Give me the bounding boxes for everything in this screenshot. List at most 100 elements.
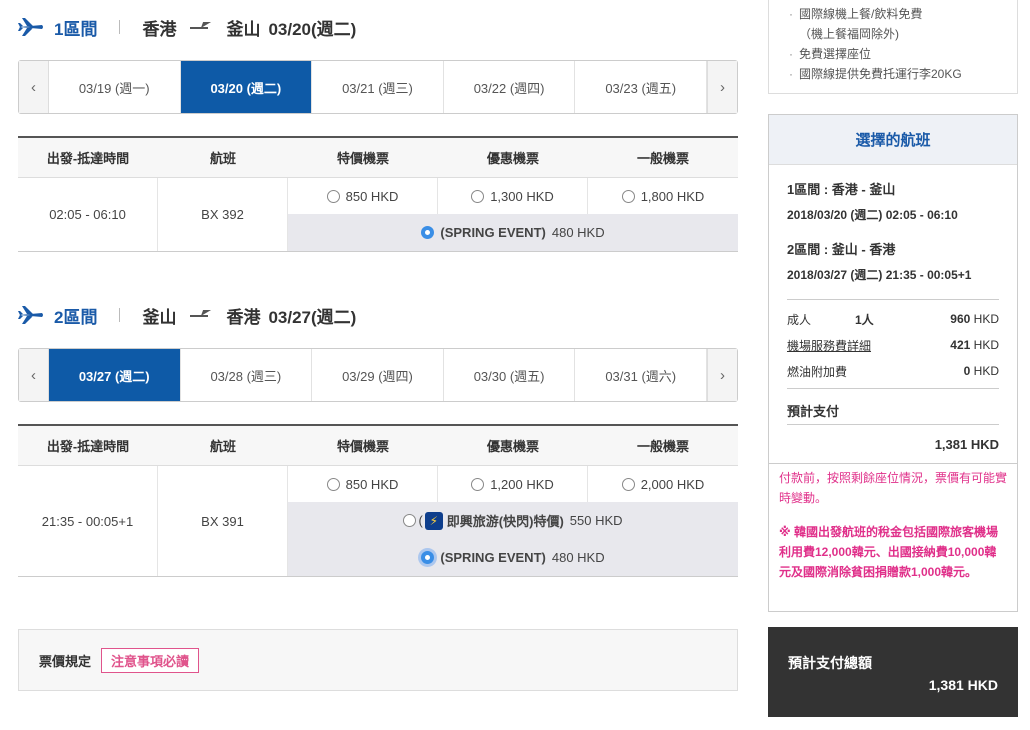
- segment2-date-selector: ‹ 03/27 (週二) 03/28 (週三) 03/29 (週四) 03/30…: [18, 348, 738, 402]
- benefit-item: 國際線提供免費托運行李20KG: [789, 64, 1017, 84]
- segment1-date-tab[interactable]: 03/21 (週三): [312, 61, 444, 113]
- next-dates-button[interactable]: ›: [707, 61, 737, 113]
- header-time: 出發-抵達時間: [46, 439, 130, 454]
- segment2-date-tab-active[interactable]: 03/27 (週二): [48, 349, 181, 401]
- arrow-right-icon: [190, 21, 212, 33]
- divider: [119, 20, 121, 34]
- segment2-date-tab[interactable]: 03/31 (週六): [575, 349, 708, 401]
- flash-fare-option[interactable]: ( ⚡ 即興旅游(快閃)特價) 550 HKD: [288, 502, 738, 539]
- selected-segment2: 2區間 : 釜山 - 香港 2018/03/27 (週二) 21:35 - 00…: [769, 239, 1017, 283]
- notice-button[interactable]: 注意事項必讀: [101, 647, 200, 673]
- benefit-item: 免費選擇座位: [789, 44, 1017, 64]
- table-row: 21:35 - 00:05+1 BX 391 850 HKD 1,200 HKD…: [18, 466, 738, 577]
- segment1-flight-table: 出發-抵達時間 航班 特價機票 優惠機票 一般機票 02:05 - 06:10 …: [18, 136, 738, 252]
- total-panel: 預計支付總額 1,381 HKD: [768, 627, 1018, 717]
- selected-route: 1區間 : 香港 - 釜山: [787, 182, 896, 197]
- fare-discount-option[interactable]: 1,300 HKD: [438, 178, 588, 214]
- segment2-date-tab[interactable]: 03/28 (週三): [181, 349, 313, 401]
- benefit-item: 國際線機上餐/飲料免費: [789, 4, 1017, 24]
- benefits-list: 國際線機上餐/飲料免費 （機上餐福岡除外) 免費選擇座位 國際線提供免費托運行李…: [768, 0, 1018, 94]
- segment1-date-selector: ‹ 03/19 (週一) 03/20 (週二) 03/21 (週三) 03/22…: [18, 60, 738, 114]
- adult-qty: 1人: [855, 312, 874, 327]
- fare-options: 850 HKD 1,300 HKD 1,800 HKD (SPRING EVEN…: [288, 178, 738, 251]
- table-header: 出發-抵達時間 航班 特價機票 優惠機票 一般機票: [18, 426, 738, 466]
- radio-button[interactable]: [326, 189, 340, 203]
- prev-dates-button[interactable]: ‹: [19, 61, 49, 113]
- flight-time: 21:35 - 00:05+1: [18, 466, 158, 576]
- header-special: 特價機票: [336, 151, 389, 166]
- fare-special-option[interactable]: 850 HKD: [288, 466, 438, 502]
- segment1-label: 1區間: [54, 19, 98, 39]
- prev-dates-button[interactable]: ‹: [19, 349, 49, 401]
- promo-name: (SPRING EVENT): [440, 550, 546, 565]
- fare-rules-bar: 票價規定 注意事項必讀: [18, 629, 738, 691]
- segment1-date-tab-active[interactable]: 03/20 (週二): [180, 61, 313, 113]
- panel-title: 選擇的航班: [769, 115, 1017, 165]
- radio-button[interactable]: [471, 189, 485, 203]
- fuel-label: 燃油附加費: [787, 364, 848, 379]
- fare-price: 850 HKD: [345, 476, 399, 492]
- radio-button[interactable]: [471, 477, 485, 491]
- price-notice: 付款前，按照剩餘座位情況，票價有可能實時變動。 ※ 韓國出發航班的稅金包括國際旅…: [768, 464, 1018, 612]
- radio-button-selected[interactable]: [421, 551, 435, 564]
- segment2-label: 2區間: [54, 307, 98, 327]
- adult-price: 960 HKD: [950, 312, 999, 326]
- fare-price: 1,300 HKD: [490, 188, 554, 204]
- total-value: 1,381 HKD: [928, 677, 998, 693]
- airport-price: 421 HKD: [950, 338, 999, 352]
- flight-number: BX 391: [158, 466, 288, 576]
- segment1-date: 03/20(週二): [268, 19, 357, 39]
- table-header: 出發-抵達時間 航班 特價機票 優惠機票 一般機票: [18, 138, 738, 178]
- promo-fare-option[interactable]: (SPRING EVENT) 480 HKD: [288, 214, 738, 251]
- next-dates-button[interactable]: ›: [707, 349, 737, 401]
- segment2-header: 2區間 釜山 香港 03/27(週二): [18, 300, 356, 330]
- adult-label: 成人: [787, 312, 812, 327]
- segment2-flight-table: 出發-抵達時間 航班 特價機票 優惠機票 一般機票 21:35 - 00:05+…: [18, 424, 738, 577]
- airport-fee-link[interactable]: 機場服務費詳細: [787, 337, 871, 354]
- segment1-date-tab[interactable]: 03/22 (週四): [444, 61, 576, 113]
- radio-button[interactable]: [621, 477, 635, 491]
- segment1-from: 香港: [142, 19, 177, 39]
- airplane-icon: [18, 18, 43, 36]
- selected-route: 2區間 : 釜山 - 香港: [787, 242, 896, 257]
- segment1-date-tab[interactable]: 03/23 (週五): [575, 61, 708, 113]
- segment2-date-tab[interactable]: 03/30 (週五): [444, 349, 576, 401]
- benefit-item-note: （機上餐福岡除外): [799, 27, 899, 41]
- segment1-date-tab[interactable]: 03/19 (週一): [49, 61, 181, 113]
- notice-line1: 付款前，按照剩餘座位情況，票價有可能實時變動。: [779, 471, 1008, 505]
- airplane-icon: [18, 306, 43, 324]
- header-special: 特價機票: [336, 439, 389, 454]
- segment1-header: 1區間 香港 釜山 03/20(週二): [18, 12, 356, 42]
- fare-price: 850 HKD: [345, 188, 399, 204]
- radio-button[interactable]: [326, 477, 340, 491]
- fare-discount-option[interactable]: 1,200 HKD: [438, 466, 588, 502]
- header-discount: 優惠機票: [486, 151, 539, 166]
- flight-number: BX 392: [158, 178, 288, 251]
- segment2-to: 香港: [226, 307, 261, 327]
- radio-button[interactable]: [621, 189, 635, 203]
- segment2-route: 釜山 香港 03/27(週二): [142, 303, 356, 328]
- arrow-right-icon: [190, 309, 212, 321]
- price-row-fuel: 燃油附加費 0 HKD: [787, 358, 999, 384]
- segment2-date-tab[interactable]: 03/29 (週四): [312, 349, 444, 401]
- estimate-label: 預計支付: [787, 401, 999, 425]
- selected-datetime: 2018/03/27 (週二) 21:35 - 00:05+1: [787, 268, 972, 282]
- fare-normal-option[interactable]: 2,000 HKD: [588, 466, 738, 502]
- price-breakdown: 成人 1人 960 HKD 機場服務費詳細 421 HKD 燃油附加費 0 HK…: [787, 299, 999, 389]
- header-normal: 一般機票: [636, 439, 689, 454]
- header-discount: 優惠機票: [486, 439, 539, 454]
- segment2-from: 釜山: [142, 307, 177, 327]
- selected-datetime: 2018/03/20 (週二) 02:05 - 06:10: [787, 208, 958, 222]
- selected-segment1: 1區間 : 香港 - 釜山 2018/03/20 (週二) 02:05 - 06…: [769, 179, 1017, 223]
- fare-price: 1,200 HKD: [490, 476, 554, 492]
- selected-flights-panel: 選擇的航班 1區間 : 香港 - 釜山 2018/03/20 (週二) 02:0…: [768, 114, 1018, 464]
- fare-normal-option[interactable]: 1,800 HKD: [588, 178, 738, 214]
- fare-price: 2,000 HKD: [640, 476, 705, 492]
- radio-button-selected[interactable]: [421, 226, 435, 239]
- promo-fare-option[interactable]: (SPRING EVENT) 480 HKD: [288, 539, 738, 576]
- promo-price: 480 HKD: [551, 550, 605, 565]
- total-label: 預計支付總額: [788, 655, 872, 671]
- fare-special-option[interactable]: 850 HKD: [288, 178, 438, 214]
- radio-button[interactable]: [403, 514, 417, 527]
- header-time: 出發-抵達時間: [46, 151, 130, 166]
